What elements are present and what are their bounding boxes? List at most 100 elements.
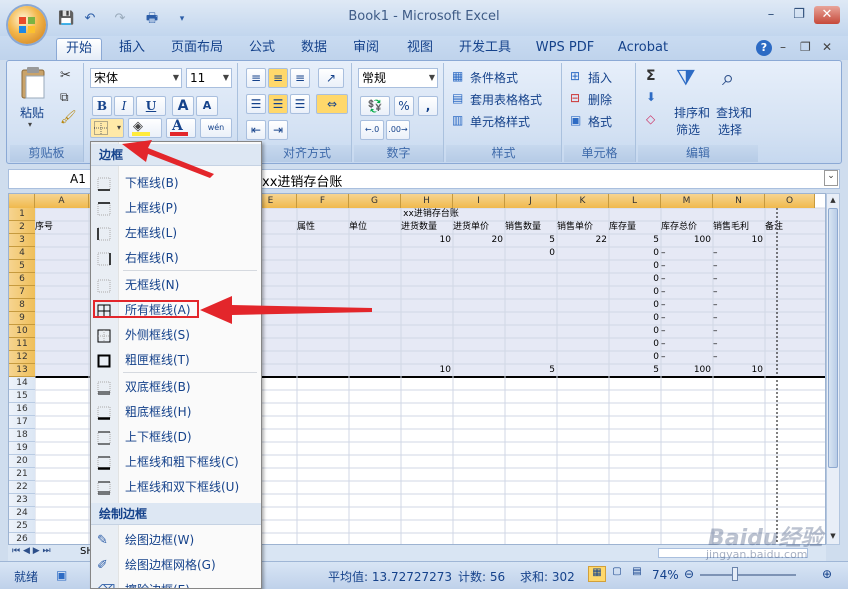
cell-G2[interactable]: 单位 [349, 221, 401, 234]
increase-decimal-icon[interactable]: ←.0 [360, 120, 384, 140]
page-break-view-icon[interactable]: ▤ [628, 566, 646, 582]
font-name-combo[interactable]: 宋体 ▼ [90, 68, 182, 88]
tab-developer[interactable]: 开发工具 [452, 38, 518, 60]
row-header-11[interactable]: 11 [9, 338, 35, 351]
column-header-F[interactable]: F [297, 194, 349, 208]
menu-item-top-bottom-border[interactable]: 上下框线(D) [91, 425, 261, 450]
sort-button[interactable]: 排序和 [674, 104, 710, 121]
cell-K2[interactable]: 销售单价 [557, 221, 609, 234]
menu-item-draw-border[interactable]: ✎ 绘图边框(W) [91, 528, 261, 553]
paste-button[interactable]: 粘贴 [20, 104, 44, 121]
align-middle-icon[interactable]: ≡ [268, 68, 288, 88]
scroll-thumb[interactable] [828, 208, 838, 468]
tab-formulas[interactable]: 公式 [240, 38, 284, 60]
cell-L9[interactable]: 0 [609, 312, 661, 325]
decrease-indent-icon[interactable]: ⇤ [246, 120, 266, 140]
cell-M7[interactable]: – [661, 286, 713, 299]
row-header-9[interactable]: 9 [9, 312, 35, 325]
tab-insert[interactable]: 插入 [110, 38, 154, 60]
cell-N7[interactable]: – [713, 286, 765, 299]
cell-I3[interactable]: 20 [453, 234, 505, 247]
row-header-8[interactable]: 8 [9, 299, 35, 312]
column-header-O[interactable]: O [765, 194, 815, 208]
cell-L7[interactable]: 0 [609, 286, 661, 299]
find-button[interactable]: 查找和 [716, 104, 752, 121]
decrease-decimal-icon[interactable]: .00→ [386, 120, 410, 140]
menu-item-top-double-bottom-border[interactable]: 上框线和双下框线(U) [91, 475, 261, 500]
cell-N8[interactable]: – [713, 299, 765, 312]
filter-button[interactable]: 筛选 [676, 121, 700, 138]
cell-J3[interactable]: 5 [505, 234, 557, 247]
row-header-18[interactable]: 18 [9, 429, 35, 442]
expand-formula-icon[interactable]: ⌄ [824, 170, 838, 186]
cell-L8[interactable]: 0 [609, 299, 661, 312]
cell-M8[interactable]: – [661, 299, 713, 312]
format-as-table-button[interactable]: 套用表格格式 [470, 91, 542, 108]
zoom-out-icon[interactable]: ⊖ [684, 567, 694, 581]
cell-H13[interactable]: 10 [401, 364, 453, 377]
merge-center-icon[interactable]: ⇔ [316, 94, 348, 114]
tab-home[interactable]: 开始 [56, 38, 102, 60]
paste-icon[interactable] [18, 66, 48, 100]
column-header-K[interactable]: K [557, 194, 609, 208]
cell-N11[interactable]: – [713, 338, 765, 351]
cell-M2[interactable]: 库存总价 [661, 221, 713, 234]
shrink-font-button[interactable]: A [196, 96, 218, 116]
cell-L4[interactable]: 0 [609, 247, 661, 260]
office-button[interactable] [8, 6, 46, 44]
align-center-icon[interactable]: ☰ [268, 94, 288, 114]
menu-item-right-border[interactable]: 右框线(R) [91, 246, 261, 271]
cell-M9[interactable]: – [661, 312, 713, 325]
cell-L11[interactable]: 0 [609, 338, 661, 351]
cell-O2[interactable]: 备注 [765, 221, 815, 234]
row-header-16[interactable]: 16 [9, 403, 35, 416]
zoom-slider[interactable] [700, 574, 796, 576]
ribbon-close-icon[interactable]: ✕ [822, 40, 832, 54]
row-header-24[interactable]: 24 [9, 507, 35, 520]
cell-M13[interactable]: 100 [661, 364, 713, 377]
tab-acrobat[interactable]: Acrobat [612, 38, 674, 60]
formula-input[interactable]: xx进销存台账 [262, 171, 342, 190]
minimize-button[interactable]: – [758, 6, 784, 24]
cell-L12[interactable]: 0 [609, 351, 661, 364]
cell-L5[interactable]: 0 [609, 260, 661, 273]
menu-item-draw-border-grid[interactable]: ✐ 绘图边框网格(G) [91, 553, 261, 578]
row-header-25[interactable]: 25 [9, 520, 35, 533]
comma-button[interactable]: , [418, 96, 438, 116]
cell-N9[interactable]: – [713, 312, 765, 325]
close-button[interactable]: ✕ [814, 6, 840, 24]
row-header-14[interactable]: 14 [9, 377, 35, 390]
font-size-combo[interactable]: 11 ▼ [186, 68, 232, 88]
cell-N5[interactable]: – [713, 260, 765, 273]
menu-item-bottom-double-border[interactable]: 双底框线(B) [91, 375, 261, 400]
orientation-icon[interactable]: ↗ [318, 68, 344, 88]
menu-item-thick-bottom-border[interactable]: 粗底框线(H) [91, 400, 261, 425]
page-layout-view-icon[interactable]: ▢ [608, 566, 626, 582]
cell-L13[interactable]: 5 [609, 364, 661, 377]
column-header-G[interactable]: G [349, 194, 401, 208]
cut-icon[interactable]: ✂ [60, 68, 71, 83]
cell-N3[interactable]: 10 [713, 234, 765, 247]
normal-view-icon[interactable]: ▦ [588, 566, 606, 582]
cell-N12[interactable]: – [713, 351, 765, 364]
cell-L10[interactable]: 0 [609, 325, 661, 338]
row-header-1[interactable]: 1 [9, 208, 35, 221]
cell-M12[interactable]: – [661, 351, 713, 364]
align-bottom-icon[interactable]: ≡ [290, 68, 310, 88]
cell-styles-button[interactable]: 单元格样式 [470, 113, 530, 130]
ribbon-restore-icon[interactable]: ❐ [800, 40, 811, 54]
format-cells-button[interactable]: 格式 [588, 113, 612, 130]
format-painter-icon[interactable]: 🖌 [60, 110, 77, 125]
row-header-12[interactable]: 12 [9, 351, 35, 364]
cell-N2[interactable]: 销售毛利 [713, 221, 765, 234]
menu-item-top-border[interactable]: 上框线(P) [91, 196, 261, 221]
column-header-H[interactable]: H [401, 194, 453, 208]
row-header-6[interactable]: 6 [9, 273, 35, 286]
delete-cells-button[interactable]: 删除 [588, 91, 612, 108]
cell-A2[interactable]: 序号 [35, 221, 89, 234]
zoom-slider-thumb[interactable] [732, 567, 738, 581]
cell-J4[interactable]: 0 [505, 247, 557, 260]
select-button[interactable]: 选择 [718, 121, 742, 138]
row-header-19[interactable]: 19 [9, 442, 35, 455]
cell-J2[interactable]: 销售数量 [505, 221, 557, 234]
